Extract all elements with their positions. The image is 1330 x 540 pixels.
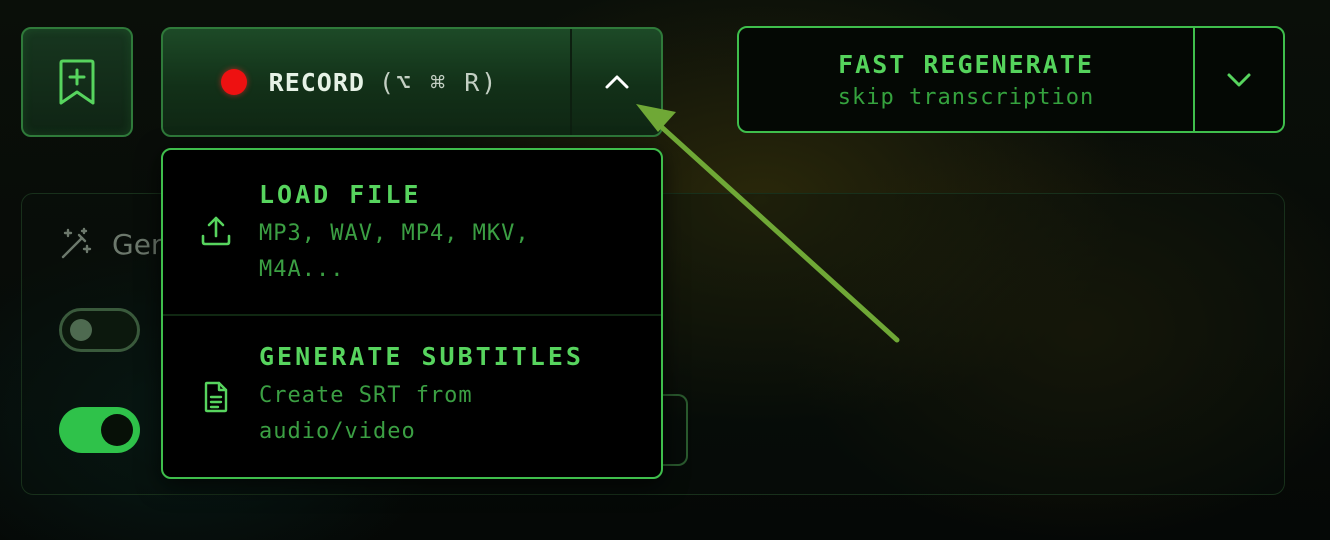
fast-regenerate-subtitle: skip transcription [837, 84, 1095, 110]
record-button[interactable]: RECORD (⌥ ⌘ R) [163, 29, 570, 135]
toggle-knob [70, 319, 92, 341]
toggle-switch-on[interactable] [59, 407, 140, 453]
fast-regenerate-button[interactable]: FAST REGENERATE skip transcription [739, 28, 1193, 131]
record-shortcut: (⌥ ⌘ R) [378, 67, 499, 97]
menu-item-generate-subtitles[interactable]: GENERATE SUBTITLES Create SRT from audio… [163, 316, 661, 477]
record-options-toggle[interactable] [572, 29, 661, 135]
record-split-button: RECORD (⌥ ⌘ R) [161, 27, 663, 137]
fast-regenerate-options-toggle[interactable] [1195, 28, 1283, 131]
toggle-switch-off[interactable] [59, 308, 140, 352]
upload-icon [199, 214, 233, 248]
record-label: RECORD [268, 67, 365, 97]
magic-wand-icon [58, 226, 94, 262]
fast-regenerate-split-button: FAST REGENERATE skip transcription [737, 26, 1285, 133]
chevron-down-icon [1227, 73, 1251, 86]
record-options-menu: LOAD FILE MP3, WAV, MP4, MKV, M4A... GEN… [161, 148, 663, 479]
bookmark-button[interactable] [21, 27, 133, 137]
fast-regenerate-title: FAST REGENERATE [838, 49, 1094, 79]
bookmark-plus-icon [59, 59, 95, 105]
menu-item-load-file[interactable]: LOAD FILE MP3, WAV, MP4, MKV, M4A... [163, 150, 661, 314]
menu-item-description: Create SRT from audio/video [259, 383, 473, 444]
record-dot-icon [220, 69, 247, 95]
menu-item-title: LOAD FILE [259, 180, 422, 209]
document-icon [199, 380, 233, 414]
menu-item-description: MP3, WAV, MP4, MKV, M4A... [259, 221, 530, 282]
menu-item-title: GENERATE SUBTITLES [259, 342, 584, 371]
chevron-up-icon [605, 75, 628, 89]
toggle-knob [101, 414, 133, 446]
